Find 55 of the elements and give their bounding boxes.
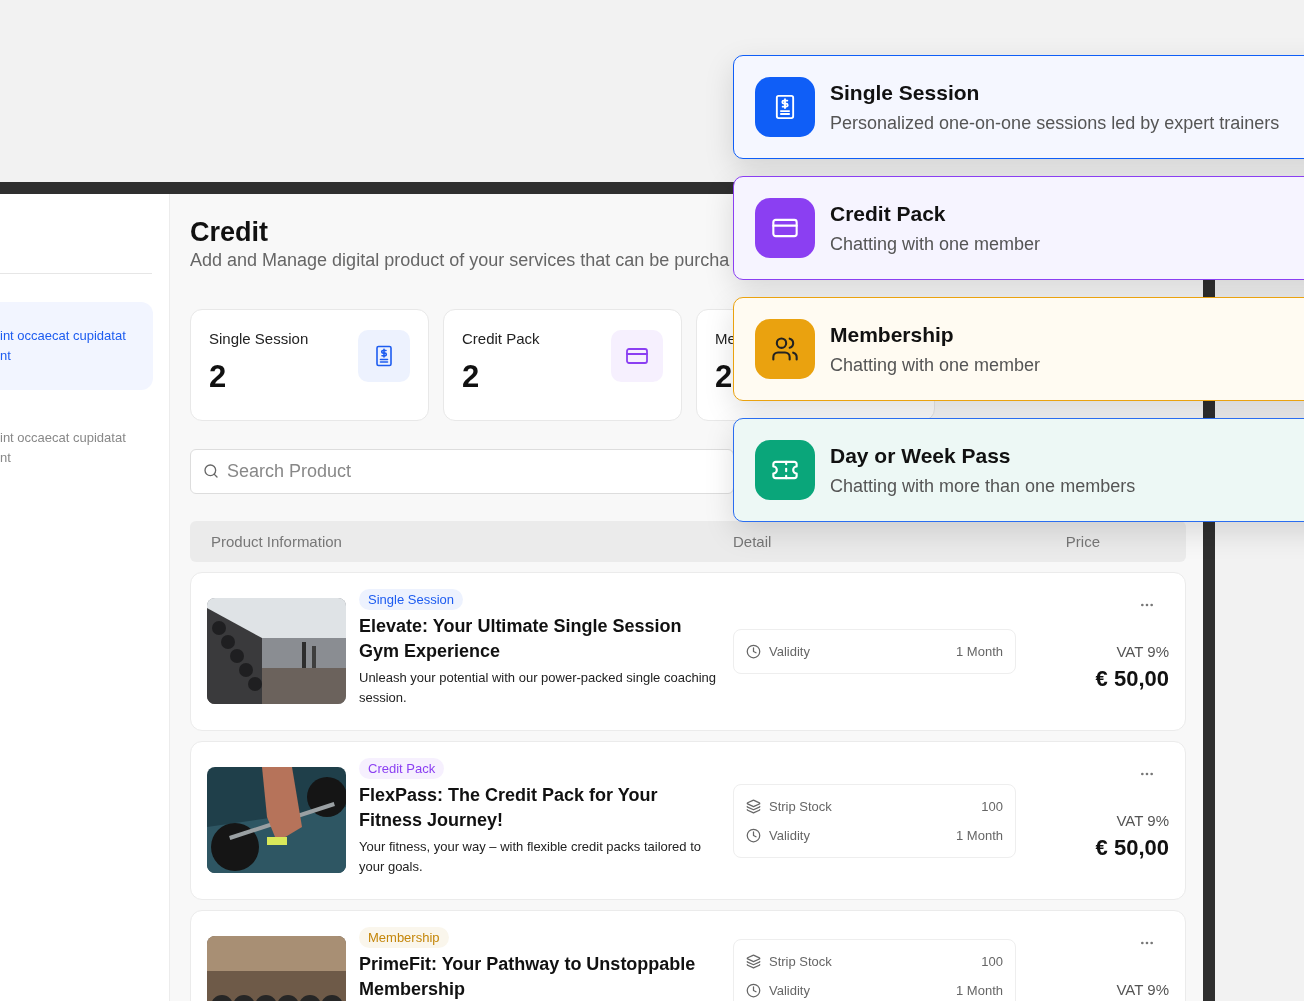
- stat-value: 2: [462, 359, 481, 395]
- clock-icon: [746, 827, 761, 843]
- stat-label: Single Session: [209, 330, 309, 347]
- vat-label: VAT 9%: [1116, 643, 1169, 660]
- card-title: Single Session: [830, 80, 981, 105]
- product-type-card[interactable]: Credit Pack Chatting with one member: [733, 176, 1304, 280]
- category-tag: Membership: [359, 927, 449, 948]
- vat-label: VAT 9%: [1116, 981, 1169, 998]
- people-icon: [771, 335, 799, 363]
- stat-label: Credit Pack: [462, 330, 540, 347]
- product-title: PrimeFit: Your Pathway to Unstoppable Membership: [359, 953, 697, 1001]
- page-title: Credit: [190, 216, 268, 248]
- card-title: Membership: [830, 322, 955, 347]
- product-title: Elevate: Your Ultimate Single Session Gym Experience: [359, 615, 683, 663]
- detail-value: 100: [981, 954, 1003, 969]
- page-subtitle: Add and Manage digital product of your services that can be purcha: [190, 250, 730, 271]
- card-description: Chatting with one member: [830, 233, 1041, 255]
- detail-value: 1 Month: [956, 983, 1003, 998]
- price: € 50,00: [1095, 835, 1169, 861]
- detail-label: Validity: [769, 827, 811, 843]
- clock-icon: [746, 983, 761, 998]
- sidebar-item[interactable]: int occaecat cupidatat nt: [0, 418, 153, 478]
- search-field[interactable]: Search Product: [190, 449, 734, 494]
- column-header: Detail: [733, 533, 773, 550]
- detail-value: 1 Month: [956, 644, 1003, 659]
- vat-label: VAT 9%: [1116, 812, 1169, 829]
- card-title: Credit Pack: [830, 201, 947, 226]
- product-title: FlexPass: The Credit Pack for Your Fitness Journey!: [359, 784, 659, 832]
- layers-icon: [746, 954, 761, 969]
- column-header: Price: [1065, 533, 1101, 550]
- clock-icon: [746, 644, 761, 659]
- product-description: Your fitness, your way – with flexible credit packs tailored to your goals.: [359, 838, 703, 876]
- product-type-card[interactable]: Day or Week Pass Chatting with more than one members: [733, 418, 1304, 522]
- product-description: Unleash your potential with our power-packed single coaching session.: [359, 669, 717, 707]
- stat-value: 2: [715, 359, 734, 395]
- price: € 50,00: [1095, 666, 1169, 692]
- card-description: Chatting with more than one members: [830, 475, 1136, 497]
- detail-value: 1 Month: [956, 827, 1003, 843]
- stat-value: 2: [209, 359, 228, 395]
- search-icon: [203, 463, 219, 479]
- card-title: Day or Week Pass: [830, 443, 1012, 468]
- product-type-card[interactable]: Single Session Personalized one-on-one sessions led by expert trainers: [733, 55, 1304, 159]
- detail-label: Validity: [769, 644, 811, 659]
- card-description: Personalized one-on-one sessions led by expert trainers: [830, 112, 1280, 134]
- column-header: Product Information: [211, 533, 343, 550]
- detail-label: Validity: [769, 983, 811, 998]
- detail-label: Strip Stock: [769, 954, 833, 969]
- category-tag: Single Session: [359, 589, 463, 610]
- detail-value: 100: [981, 798, 1003, 814]
- layers-icon: [746, 798, 761, 814]
- product-type-card[interactable]: Membership Chatting with one member: [733, 297, 1304, 401]
- sidebar-item[interactable]: int occaecat cupidatat nt: [0, 302, 153, 390]
- detail-label: Strip Stock: [769, 798, 833, 814]
- category-tag: Credit Pack: [359, 758, 445, 779]
- card-description: Chatting with one member: [830, 354, 1041, 376]
